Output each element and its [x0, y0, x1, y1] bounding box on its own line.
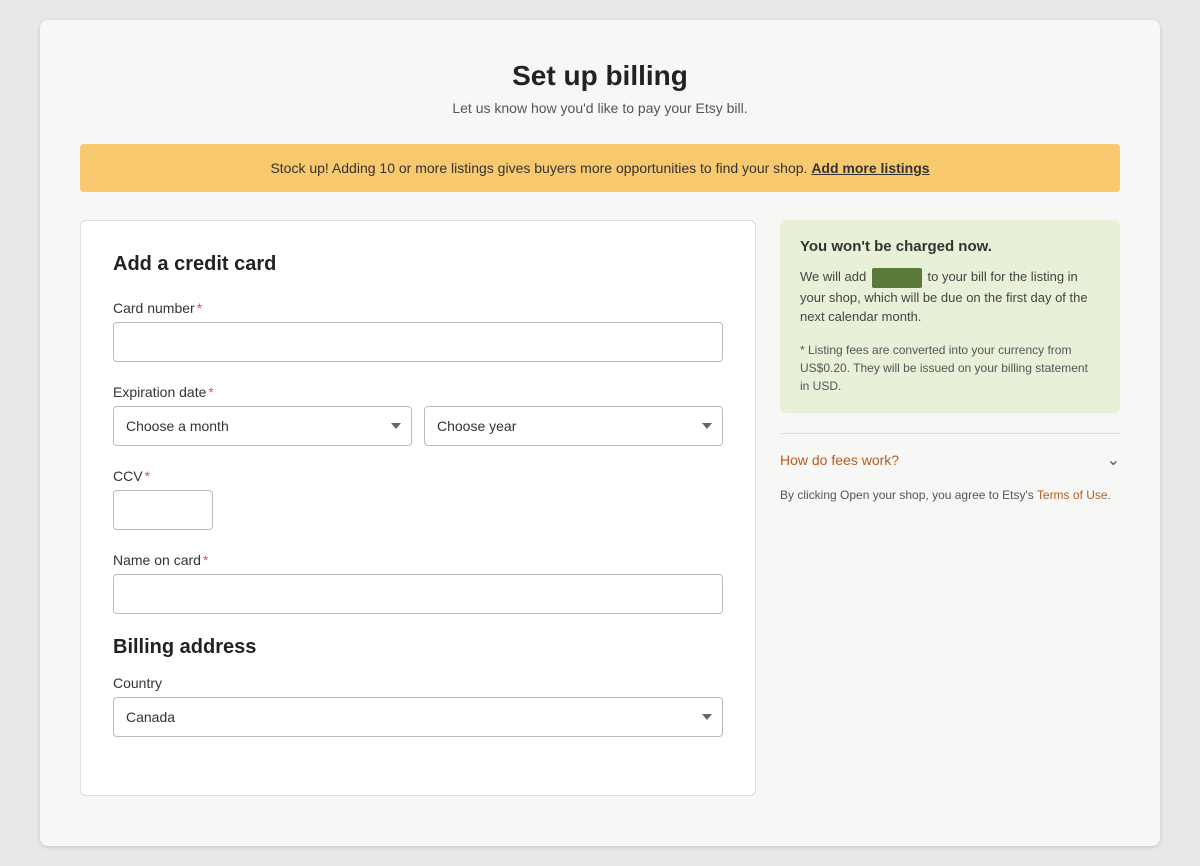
- banner-text: Stock up! Adding 10 or more listings giv…: [270, 160, 807, 176]
- month-select[interactable]: Choose a month JanuaryFebruaryMarchApril…: [113, 406, 412, 446]
- credit-card-section-title: Add a credit card: [113, 253, 723, 276]
- terms-text: By clicking Open your shop, you agree to…: [780, 486, 1120, 504]
- card-number-label: Card number*: [113, 300, 723, 316]
- charge-notice-text: We will add to your bill for the listing…: [800, 267, 1100, 327]
- country-group: Country Canada: [113, 675, 723, 737]
- year-select[interactable]: Choose year 2024202520262027202820292030…: [424, 406, 723, 446]
- name-label: Name on card*: [113, 552, 723, 568]
- chevron-down-icon: ⌄: [1107, 450, 1120, 470]
- ccv-input[interactable]: [113, 490, 213, 530]
- promo-banner: Stock up! Adding 10 or more listings giv…: [80, 144, 1120, 192]
- charge-notice: You won't be charged now. We will add to…: [780, 220, 1120, 413]
- page-title: Set up billing: [80, 60, 1120, 92]
- required-star: *: [208, 384, 213, 400]
- terms-link[interactable]: Terms of Use.: [1037, 488, 1111, 502]
- fees-link[interactable]: How do fees work? ⌄: [780, 450, 1120, 470]
- required-star: *: [145, 468, 150, 484]
- blurred-amount: [872, 268, 922, 288]
- fee-note: * Listing fees are converted into your c…: [800, 341, 1100, 395]
- ccv-label: CCV*: [113, 468, 723, 484]
- required-star: *: [203, 552, 208, 568]
- card-number-input[interactable]: [113, 322, 723, 362]
- sidebar-panel: You won't be charged now. We will add to…: [780, 220, 1120, 504]
- form-panel: Add a credit card Card number* Expiratio…: [80, 220, 756, 796]
- add-listings-link[interactable]: Add more listings: [811, 160, 929, 176]
- expiration-row: Choose a month JanuaryFebruaryMarchApril…: [113, 406, 723, 446]
- fees-link-text: How do fees work?: [780, 452, 899, 468]
- page-wrapper: Set up billing Let us know how you'd lik…: [40, 20, 1160, 846]
- card-number-group: Card number*: [113, 300, 723, 362]
- expiration-group: Expiration date* Choose a month JanuaryF…: [113, 384, 723, 446]
- ccv-group: CCV*: [113, 468, 723, 530]
- page-subtitle: Let us know how you'd like to pay your E…: [80, 100, 1120, 116]
- main-content: Add a credit card Card number* Expiratio…: [80, 220, 1120, 796]
- billing-section-title: Billing address: [113, 636, 723, 659]
- name-group: Name on card*: [113, 552, 723, 614]
- divider: [780, 433, 1120, 434]
- country-label: Country: [113, 675, 723, 691]
- country-select[interactable]: Canada: [113, 697, 723, 737]
- page-header: Set up billing Let us know how you'd lik…: [80, 60, 1120, 116]
- charge-notice-title: You won't be charged now.: [800, 238, 1100, 255]
- expiration-label: Expiration date*: [113, 384, 723, 400]
- required-star: *: [197, 300, 202, 316]
- name-input[interactable]: [113, 574, 723, 614]
